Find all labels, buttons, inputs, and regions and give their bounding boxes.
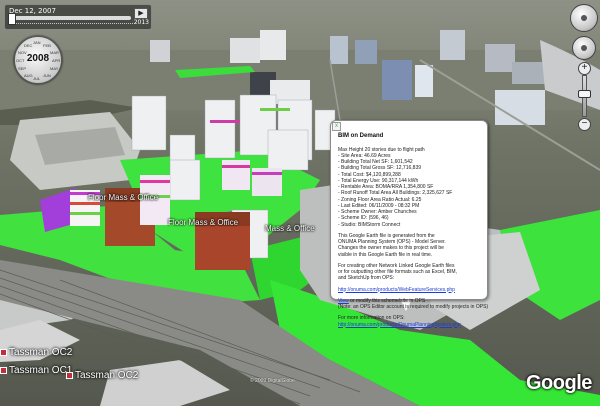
popup-title: BIM on Demand	[338, 133, 384, 139]
time-slider-track[interactable]	[9, 16, 131, 20]
planning-system-link[interactable]: http://onuma.com/products/OnumaPlanningS…	[338, 322, 480, 328]
move-joystick-icon[interactable]	[572, 36, 596, 60]
dial-month: MAY	[50, 66, 59, 71]
popup-stats: Max Height 20 stories due to flight path…	[338, 147, 480, 228]
imagery-copyright: © 2009 DigitalGlobe	[250, 378, 295, 384]
look-joystick-icon[interactable]	[570, 4, 598, 32]
3d-map-view[interactable]	[0, 0, 600, 406]
google-logo: Google	[526, 372, 592, 394]
close-icon[interactable]: x	[332, 122, 341, 131]
dial-month: APR	[52, 58, 61, 63]
popup-paragraph: For creating other Network Linked Google…	[338, 263, 480, 282]
station-name: Tassman OC2	[75, 370, 139, 381]
station-label[interactable]: Tassman OC2	[0, 347, 72, 358]
building-label[interactable]: Mass & Office	[265, 224, 315, 233]
move-joystick-center	[581, 45, 587, 51]
popup-note: (Note: an OPS Editor account is required…	[338, 304, 489, 310]
station-label[interactable]: Tassman OC2	[66, 370, 138, 381]
time-slider-end-year: 2013	[133, 19, 149, 26]
view-scheme-link[interactable]: View	[338, 298, 349, 304]
sun-year-dial[interactable]: 2008 JAN FEB MAR APR MAY JUN JUL AUG SEP…	[14, 36, 62, 84]
time-slider-date: Dec 12, 2007	[9, 7, 56, 15]
station-marker-icon	[0, 348, 7, 356]
play-icon[interactable]: ▶	[134, 8, 148, 19]
station-name: Tassman OC1	[9, 365, 73, 376]
station-marker-icon	[66, 371, 73, 379]
building-label[interactable]: Floor Mass & Office	[88, 193, 158, 202]
station-label[interactable]: Tassman OC1	[0, 365, 72, 376]
view-scheme-text: or modify this scheme/site in OPS	[350, 297, 426, 304]
dial-month: NOV	[18, 50, 27, 55]
popup-paragraph: This Google Earth file is generated from…	[338, 233, 480, 258]
time-slider: Dec 12, 2007 2013 ▶	[4, 4, 152, 30]
dial-month: SEP	[18, 66, 27, 71]
dial-month: DEC	[24, 43, 33, 48]
dial-month: JUL	[33, 76, 41, 81]
time-slider-ticks	[11, 23, 133, 27]
dial-month: MAR	[50, 50, 59, 55]
dial-month: AUG	[24, 73, 33, 78]
zoom-out-button[interactable]: −	[578, 118, 591, 131]
zoom-slider-knob[interactable]	[578, 90, 591, 98]
look-joystick-center	[581, 15, 587, 21]
dial-month: FEB	[43, 43, 51, 48]
dial-month: OCT	[16, 58, 25, 63]
station-name: Tassman OC2	[9, 347, 73, 358]
dial-month: JUN	[43, 73, 51, 78]
placemark-info-balloon: x BIM on Demand Max Height 20 stories du…	[330, 120, 488, 328]
station-marker-icon	[0, 366, 7, 374]
zoom-in-button[interactable]: +	[578, 62, 591, 75]
building-label[interactable]: Floor Mass & Office	[168, 218, 238, 227]
dial-month: JAN	[33, 40, 41, 45]
